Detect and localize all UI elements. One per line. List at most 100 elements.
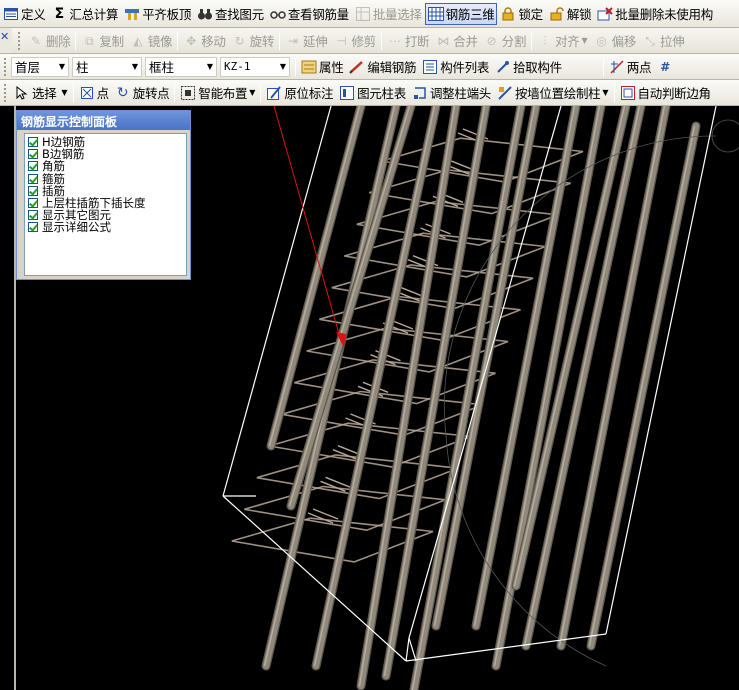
component-list-button[interactable]: 构件列表 (419, 56, 492, 78)
define-button[interactable]: 定义 (0, 3, 48, 25)
glasses-icon (270, 6, 286, 22)
split-button[interactable]: ⊘ 分割 (481, 30, 529, 52)
break-button[interactable]: ⋯ 打断 (384, 30, 432, 52)
trim-label: 修剪 (351, 34, 376, 49)
close-icon[interactable]: ✕ (0, 30, 12, 46)
eraser-icon: ✎ (30, 33, 42, 48)
chevron-down-icon[interactable]: ▼ (129, 62, 141, 71)
select-dropdown-arrow[interactable]: ▼ (61, 88, 67, 97)
unlock-button[interactable]: 解锁 (546, 3, 594, 25)
batch-select-button[interactable]: 批量选择 (352, 3, 425, 25)
rotate-label: 旋转 (249, 34, 275, 49)
smart-layout-icon (180, 85, 196, 101)
wall-position-icon (497, 85, 513, 101)
two-points-button[interactable]: 两点 (606, 56, 654, 78)
view-rebar-qty-label: 查看钢筋量 (287, 7, 349, 22)
adjust-column-end-button[interactable]: 调整柱端头 (409, 82, 494, 104)
trim-icon: ⊣ (336, 33, 347, 48)
floor-select[interactable]: 首层 ▼ (11, 56, 69, 77)
edit-rebar-button[interactable]: 编辑钢筋 (346, 56, 419, 78)
checkbox[interactable] (28, 210, 38, 221)
auto-judge-edge-label: 自动判断边角 (637, 86, 712, 101)
type-select-value: 框柱 (149, 60, 175, 75)
move-button[interactable]: ✥ 移动 (180, 30, 228, 52)
category-select[interactable]: 柱 ▼ (72, 56, 142, 77)
grid-tool-button[interactable]: # (654, 56, 676, 78)
checkbox[interactable] (28, 173, 38, 184)
floor-select-value: 首层 (15, 60, 41, 75)
type-select[interactable]: 框柱 ▼ (145, 56, 217, 77)
rotate-button[interactable]: ↻ 旋转 (229, 30, 277, 52)
rebar-3d-button[interactable]: 钢筋三维 (424, 2, 498, 25)
in-place-annotation-label: 原位标注 (284, 86, 334, 101)
properties-button[interactable]: 属性 (298, 56, 346, 78)
view-rebar-qty-button[interactable]: 查看钢筋量 (267, 3, 352, 25)
define-label: 定义 (21, 7, 46, 22)
separator (279, 31, 281, 50)
element-column-table-button[interactable]: 图元柱表 (336, 82, 409, 104)
select-label: 选择 (32, 86, 57, 101)
by-wall-position-dropdown-arrow[interactable]: ▼ (602, 88, 608, 97)
smart-layout-button[interactable]: 智能布置 ▼ (177, 82, 258, 104)
auto-judge-edge-button[interactable]: 自动判断边角 (617, 82, 714, 104)
smart-layout-dropdown-arrow[interactable]: ▼ (249, 88, 255, 97)
separator (75, 31, 77, 50)
properties-label: 属性 (319, 60, 344, 75)
component-list-label: 构件列表 (440, 60, 490, 75)
panel-title[interactable]: 钢筋显示控制面板 (17, 111, 190, 130)
flush-slab-button[interactable]: 平齐板顶 (121, 3, 194, 25)
flush-slab-icon (124, 6, 140, 22)
copy-button[interactable]: ⧉ 复制 (78, 30, 126, 52)
find-element-button[interactable]: 查找图元 (194, 3, 267, 25)
rebar-3d-label: 钢筋三维 (445, 7, 495, 22)
trim-button[interactable]: ⊣ 修剪 (330, 30, 378, 52)
batch-delete-icon (597, 6, 614, 22)
stretch-button[interactable]: ⤡ 拉伸 (639, 30, 687, 52)
edit-rebar-label: 编辑钢筋 (367, 60, 417, 75)
separator (380, 31, 382, 50)
merge-button[interactable]: ⋈ 合并 (432, 30, 480, 52)
extend-icon: ⇥ (288, 33, 299, 48)
offset-label: 偏移 (611, 34, 637, 49)
checkbox[interactable] (28, 137, 38, 148)
separator (260, 83, 262, 102)
panel-checkbox-row[interactable]: 显示详细公式 (28, 220, 183, 234)
move-icon: ✥ (186, 33, 197, 48)
rotate-point-icon: ↻ (116, 84, 129, 101)
toolbar-grip[interactable] (4, 83, 8, 102)
chevron-down-icon[interactable]: ▼ (56, 62, 68, 71)
delete-button[interactable]: ✎ 删除 (25, 30, 73, 52)
select-button[interactable]: 选择 ▼ (11, 82, 71, 104)
checkbox[interactable] (28, 161, 38, 172)
pick-component-button[interactable]: 拾取构件 (492, 56, 565, 78)
category-select-value: 柱 (76, 60, 89, 75)
extend-button[interactable]: ⇥ 延伸 (282, 30, 330, 52)
mirror-button[interactable]: ◭ 镜像 (127, 30, 175, 52)
pick-icon (495, 59, 511, 75)
checkbox[interactable] (28, 149, 38, 160)
checkbox[interactable] (28, 185, 38, 196)
align-dropdown-arrow[interactable]: ▼ (581, 36, 587, 45)
unlock-label: 解锁 (566, 7, 592, 22)
toolbar-grip[interactable] (18, 31, 22, 50)
offset-button[interactable]: ◎ 偏移 (591, 30, 639, 52)
chevron-down-icon[interactable]: ▼ (204, 62, 216, 71)
point-button[interactable]: 点 (76, 82, 112, 104)
checkbox[interactable] (28, 198, 38, 209)
component-select[interactable]: KZ-1 ▼ (220, 56, 290, 77)
smart-layout-label: 智能布置 (198, 86, 248, 101)
checkbox[interactable] (28, 222, 38, 233)
rotate-point-button[interactable]: ↻ 旋转点 (112, 82, 173, 104)
batch-select-label: 批量选择 (372, 7, 422, 22)
separator (174, 83, 176, 102)
toolbar-grip[interactable] (4, 57, 8, 76)
batch-select-icon (355, 6, 371, 22)
align-button[interactable]: ⫶ 对齐 ▼ (534, 30, 591, 52)
extend-label: 延伸 (303, 34, 328, 49)
chevron-down-icon[interactable]: ▼ (277, 62, 289, 71)
lock-button[interactable]: 锁定 (497, 3, 545, 25)
summary-calc-button[interactable]: Σ 汇总计算 (48, 3, 121, 25)
by-wall-position-button[interactable]: 按墙位置绘制柱 ▼ (494, 82, 612, 104)
batch-delete-unused-button[interactable]: 批量删除未使用构 (594, 3, 716, 25)
in-place-annotation-button[interactable]: 原位标注 (263, 82, 336, 104)
